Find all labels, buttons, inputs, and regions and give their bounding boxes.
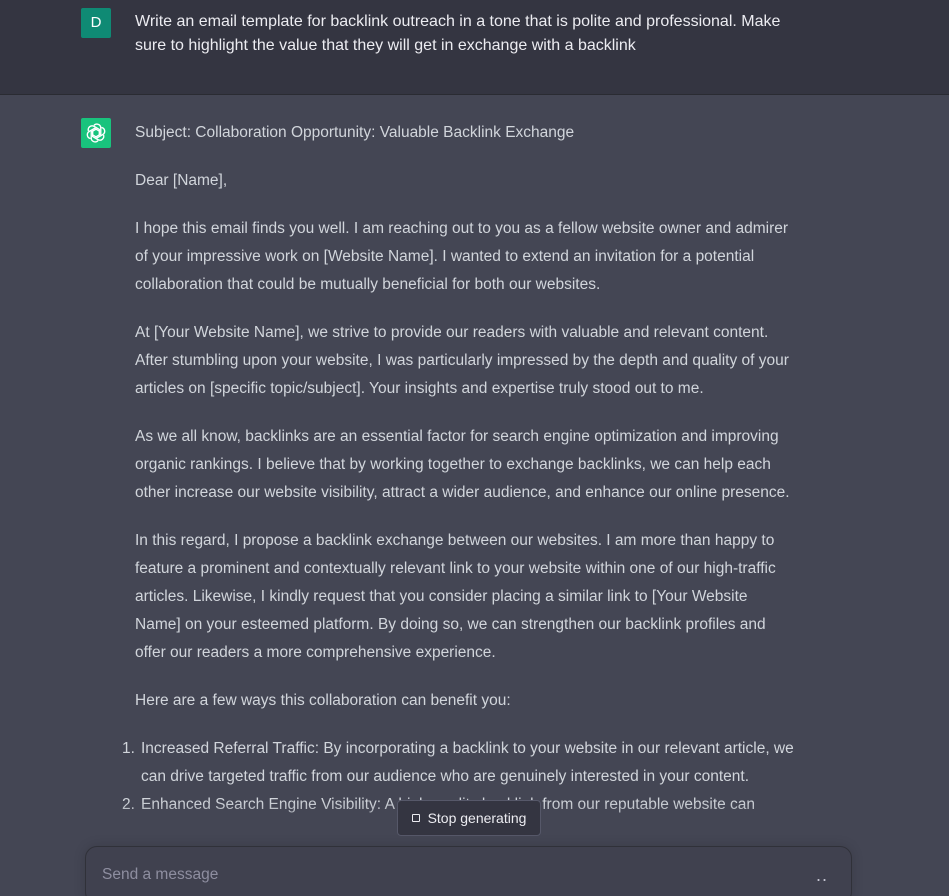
assistant-avatar	[81, 118, 111, 148]
user-message-row: D Write an email template for backlink o…	[0, 0, 949, 95]
email-greeting: Dear [Name],	[135, 172, 228, 189]
email-paragraph: As we all know, backlinks are an essenti…	[135, 428, 790, 501]
list-item-number: 1.	[122, 740, 135, 757]
email-paragraph: At [Your Website Name], we strive to pro…	[135, 324, 789, 397]
email-paragraph: I hope this email finds you well. I am r…	[135, 220, 789, 293]
email-paragraph: Here are a few ways this collaboration c…	[135, 692, 511, 709]
stop-icon	[411, 814, 420, 822]
typing-indicator: ..	[816, 865, 829, 885]
user-avatar: D	[81, 8, 111, 38]
message-composer[interactable]: Send a message ..	[85, 846, 852, 896]
stop-generating-label: Stop generating	[427, 810, 527, 826]
list-item-text: Increased Referral Traffic: By incorpora…	[141, 740, 794, 785]
email-subject: Subject: Collaboration Opportunity: Valu…	[135, 124, 575, 141]
openai-logo-icon	[86, 123, 106, 143]
list-item: 1. Increased Referral Traffic: By incorp…	[122, 735, 795, 791]
list-item-number: 2.	[122, 796, 135, 813]
user-message-text: Write an email template for backlink out…	[135, 13, 781, 54]
chat-page: D Write an email template for backlink o…	[0, 0, 949, 896]
stop-generating-button[interactable]: Stop generating	[397, 800, 541, 836]
assistant-message: Subject: Collaboration Opportunity: Valu…	[122, 119, 795, 819]
email-paragraph: In this regard, I propose a backlink exc…	[135, 532, 776, 661]
message-input[interactable]: Send a message	[102, 863, 782, 887]
